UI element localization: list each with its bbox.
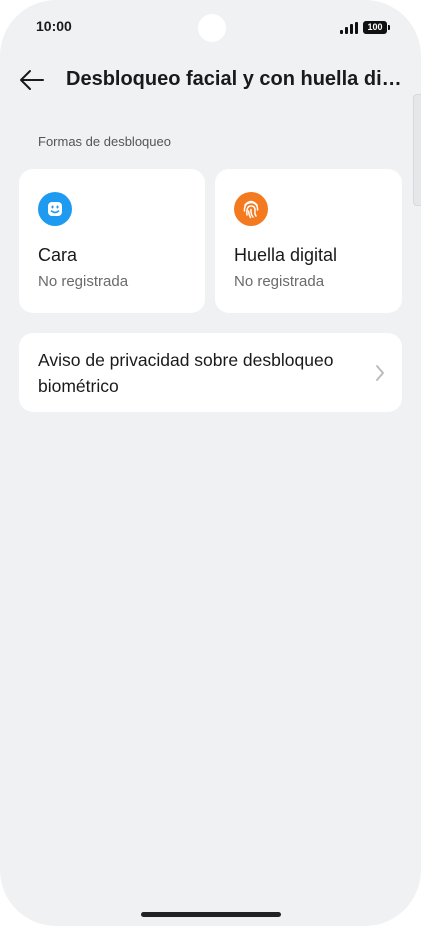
status-bar: 10:00 100 xyxy=(0,0,421,56)
home-indicator[interactable] xyxy=(141,912,281,917)
app-header: Desbloqueo facial y con huella digital xyxy=(0,56,421,106)
signal-icon xyxy=(340,22,358,34)
phone-screen: 10:00 100 Desbloqueo facial y con huella… xyxy=(0,0,421,926)
card-title: Cara xyxy=(38,245,78,265)
scrollbar[interactable] xyxy=(413,94,421,206)
fingerprint-icon xyxy=(234,192,268,226)
card-title: Huella digital xyxy=(234,245,338,265)
card-status: No registrada xyxy=(234,273,325,290)
back-button[interactable] xyxy=(16,63,50,97)
arrow-left-icon xyxy=(20,70,44,90)
front-camera-cutout xyxy=(198,14,226,42)
card-status: No registrada xyxy=(38,273,129,290)
fingerprint-unlock-card[interactable]: Huella digital No registrada xyxy=(215,169,402,313)
privacy-notice-item[interactable]: Aviso de privacidad sobre desbloqueo bio… xyxy=(19,333,402,412)
face-icon xyxy=(38,192,72,226)
section-label: Formas de desbloqueo xyxy=(38,134,171,149)
battery-icon: 100 xyxy=(363,21,390,34)
chevron-right-icon xyxy=(376,365,384,381)
privacy-notice-label: Aviso de privacidad sobre desbloqueo bio… xyxy=(38,350,334,396)
face-unlock-card[interactable]: Cara No registrada xyxy=(19,169,205,313)
status-time: 10:00 xyxy=(36,18,72,34)
page-title: Desbloqueo facial y con huella digital xyxy=(66,68,402,90)
